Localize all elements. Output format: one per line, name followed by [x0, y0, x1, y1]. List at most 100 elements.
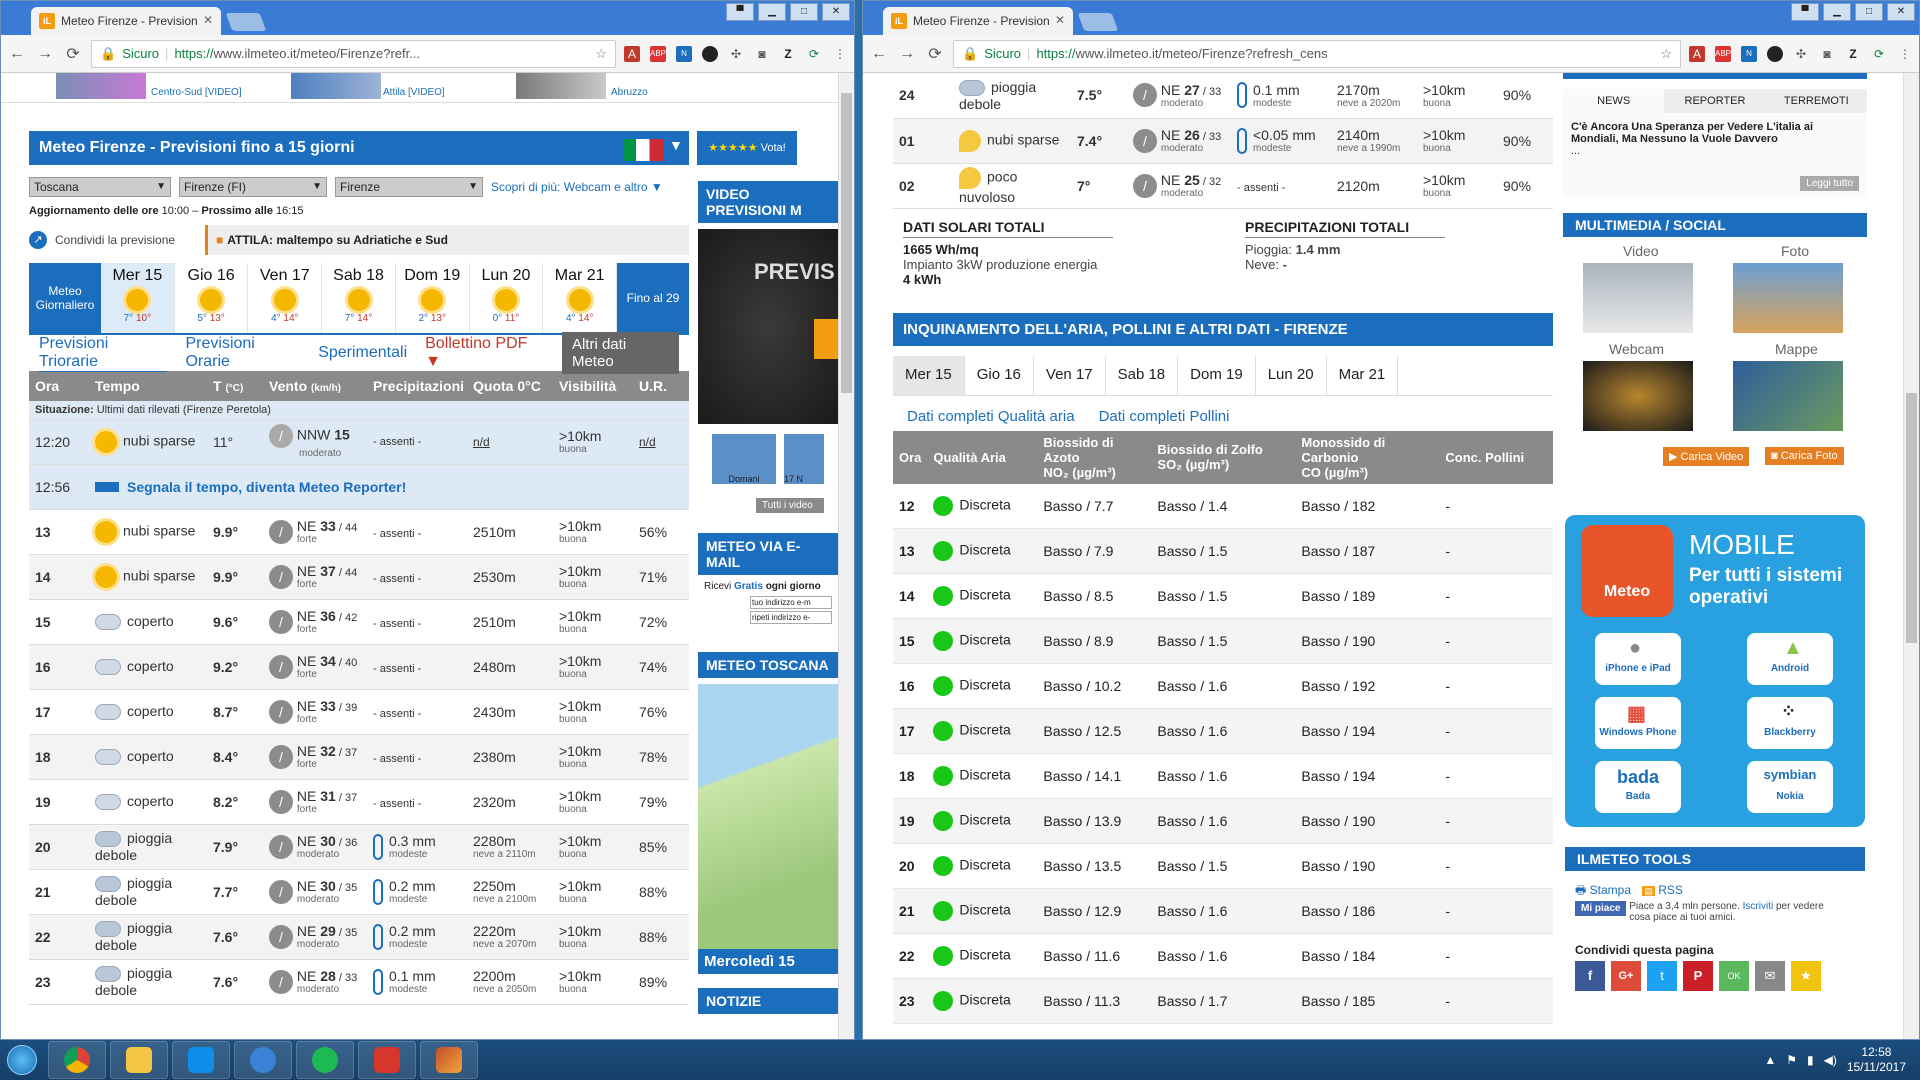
forward-button[interactable]: → — [897, 45, 917, 63]
minimize-button[interactable]: ▁ — [1823, 3, 1851, 21]
map-thumb[interactable] — [1733, 361, 1843, 431]
volume-icon[interactable]: ◀) — [1824, 1053, 1837, 1067]
zotero-icon[interactable]: Z — [1845, 46, 1861, 62]
reload-button[interactable]: ⟳ — [925, 44, 945, 64]
new-extension-icon[interactable]: N — [1741, 45, 1757, 62]
photo-thumb[interactable] — [1733, 263, 1843, 333]
scrollbar[interactable] — [1903, 73, 1919, 1039]
close-window-button[interactable]: ✕ — [822, 3, 850, 21]
new-extension-icon[interactable]: N — [676, 45, 692, 62]
address-bar[interactable]: 🔒 Sicuro | https://www.ilmeteo.it/meteo/… — [953, 39, 1681, 68]
user-icon[interactable]: ▀ — [1791, 3, 1819, 21]
email-input[interactable]: tuo indirizzo e-m — [750, 596, 832, 609]
day-tab[interactable]: Dom 19 2° 13° — [396, 263, 470, 333]
sync-icon[interactable]: ⟳ — [806, 46, 822, 62]
matlab-taskbar-button[interactable] — [420, 1041, 478, 1079]
adblock-icon[interactable]: ABP — [1715, 45, 1731, 62]
alert-banner[interactable]: ■ ATTILA: maltempo su Adriatiche e Sud — [205, 225, 689, 255]
aq-day-tab[interactable]: Ven 17 — [1034, 355, 1106, 395]
back-button[interactable]: ← — [7, 45, 27, 63]
rss-link[interactable]: ▤ RSS — [1642, 883, 1683, 897]
meteo-giornaliero-button[interactable]: Meteo Giornaliero — [29, 263, 101, 333]
user-icon[interactable]: ▀ — [726, 3, 754, 21]
scrollbar[interactable] — [838, 73, 854, 1039]
tab-orarie[interactable]: Previsioni Orarie — [185, 335, 300, 371]
stampa-link[interactable]: 🖶 Stampa — [1575, 883, 1631, 897]
day-tab[interactable]: Ven 17 4° 14° — [248, 263, 323, 333]
okno-icon[interactable]: OK — [1719, 961, 1749, 991]
promo-thumb[interactable] — [291, 73, 381, 99]
pdf-extension-icon[interactable]: A — [624, 45, 640, 62]
tray-notification-icon[interactable]: ⚑ — [1786, 1053, 1797, 1067]
aq-day-tab[interactable]: Mar 21 — [1327, 355, 1399, 395]
webcam-thumb[interactable] — [1583, 361, 1693, 431]
carica-video-button[interactable]: ▶ Carica Video — [1663, 447, 1750, 466]
leggi-tutto-button[interactable]: Leggi tutto — [1800, 176, 1859, 191]
day-tab[interactable]: Sab 18 7° 14° — [322, 263, 396, 333]
camera-icon[interactable]: ◙ — [754, 46, 770, 62]
news-headline[interactable]: C'è Ancora Una Speranza per Vedere L'ita… — [1571, 121, 1813, 145]
browser-tab[interactable]: iL Meteo Firenze - Prevision ✕ — [883, 7, 1073, 35]
promo-thumb[interactable] — [56, 73, 146, 99]
day-tab[interactable]: Lun 20 0° 11° — [470, 263, 544, 333]
maximize-button[interactable]: □ — [790, 3, 818, 21]
day-tab[interactable]: Gio 16 5° 13° — [175, 263, 249, 333]
puzzle-icon[interactable]: ✣ — [728, 46, 744, 62]
tab-sperimentali[interactable]: Sperimentali — [318, 344, 407, 362]
bookmark-star-icon[interactable]: ☆ — [595, 46, 607, 62]
new-tab-button[interactable] — [1077, 13, 1119, 31]
promo-link[interactable]: Abruzzo — [611, 87, 648, 98]
googleplus-icon[interactable]: G+ — [1611, 961, 1641, 991]
email-share-icon[interactable]: ✉ — [1755, 961, 1785, 991]
more-link[interactable]: Scopri di più: Webcam e altro ▼ — [491, 180, 663, 194]
facebook-icon[interactable]: f — [1575, 961, 1605, 991]
promo-link[interactable]: Centro-Sud [VIDEO] — [151, 87, 242, 98]
promo-thumb[interactable] — [516, 73, 606, 99]
video-thumb[interactable]: 17 N — [784, 434, 824, 484]
dropdown-arrow-icon[interactable]: ▼ — [669, 137, 683, 153]
tutti-video-button[interactable]: Tutti i video — [756, 498, 824, 513]
pinterest-icon[interactable]: P — [1683, 961, 1713, 991]
news-tab[interactable]: NEWS — [1563, 89, 1665, 113]
share-link[interactable]: Condividi la previsione — [55, 233, 205, 247]
reload-button[interactable]: ⟳ — [63, 44, 83, 64]
blackberry-button[interactable]: ⁘ Blackberry — [1747, 697, 1833, 749]
news-tab[interactable]: REPORTER — [1664, 89, 1765, 113]
day-tab[interactable]: Mar 21 4° 14° — [543, 263, 618, 333]
sync-icon[interactable]: ⟳ — [1871, 46, 1887, 62]
puzzle-icon[interactable]: ✣ — [1793, 46, 1809, 62]
bookmark-star-icon[interactable]: ☆ — [1660, 46, 1672, 62]
city-select[interactable]: Firenze — [335, 177, 483, 197]
chrome-taskbar-button[interactable] — [48, 1041, 106, 1079]
spotify-taskbar-button[interactable] — [296, 1041, 354, 1079]
video-thumb[interactable]: Domani — [712, 434, 776, 484]
menu-icon[interactable]: ⋮ — [832, 46, 848, 62]
clock[interactable]: 12:58 15/11/2017 — [1847, 1045, 1906, 1075]
close-window-button[interactable]: ✕ — [1887, 3, 1915, 21]
address-bar[interactable]: 🔒 Sicuro | https://www.ilmeteo.it/meteo/… — [91, 39, 616, 68]
toscana-map[interactable]: Mercoledì 15 — [698, 684, 838, 974]
menu-icon[interactable]: ⋮ — [1897, 46, 1913, 62]
aq-day-tab[interactable]: Sab 18 — [1106, 355, 1179, 395]
twitter-icon[interactable]: t — [1647, 961, 1677, 991]
browser-tab[interactable]: iL Meteo Firenze - Prevision ✕ — [31, 7, 221, 35]
region-select[interactable]: Toscana — [29, 177, 171, 197]
day-tab[interactable]: Mer 15 7° 10° — [101, 263, 175, 333]
adblock-icon[interactable]: ABP — [650, 45, 666, 62]
pollini-link[interactable]: Dati completi Pollini — [1099, 408, 1230, 425]
like-button[interactable]: Mi piace — [1575, 901, 1627, 916]
tab-triorarie[interactable]: Previsioni Triorarie — [39, 335, 168, 372]
altri-dati-button[interactable]: Altri dati Meteo — [561, 332, 679, 374]
new-tab-button[interactable] — [225, 13, 267, 31]
windows-phone-button[interactable]: ▦ Windows Phone — [1595, 697, 1681, 749]
maximize-button[interactable]: □ — [1855, 3, 1883, 21]
reporter-row[interactable]: 12:56 Segnala il tempo, diventa Meteo Re… — [29, 464, 689, 510]
video-player[interactable]: PREVIS — [698, 229, 838, 424]
share-icon[interactable]: ↗ — [29, 231, 47, 249]
video-thumb[interactable] — [1583, 263, 1693, 333]
nokia-button[interactable]: symbian Nokia — [1747, 761, 1833, 813]
qualita-aria-link[interactable]: Dati completi Qualità aria — [907, 408, 1075, 425]
chrome-second-taskbar-button[interactable] — [234, 1041, 292, 1079]
pdf-link[interactable]: Bollettino PDF ▼ — [425, 335, 544, 371]
province-select[interactable]: Firenze (FI) — [179, 177, 327, 197]
